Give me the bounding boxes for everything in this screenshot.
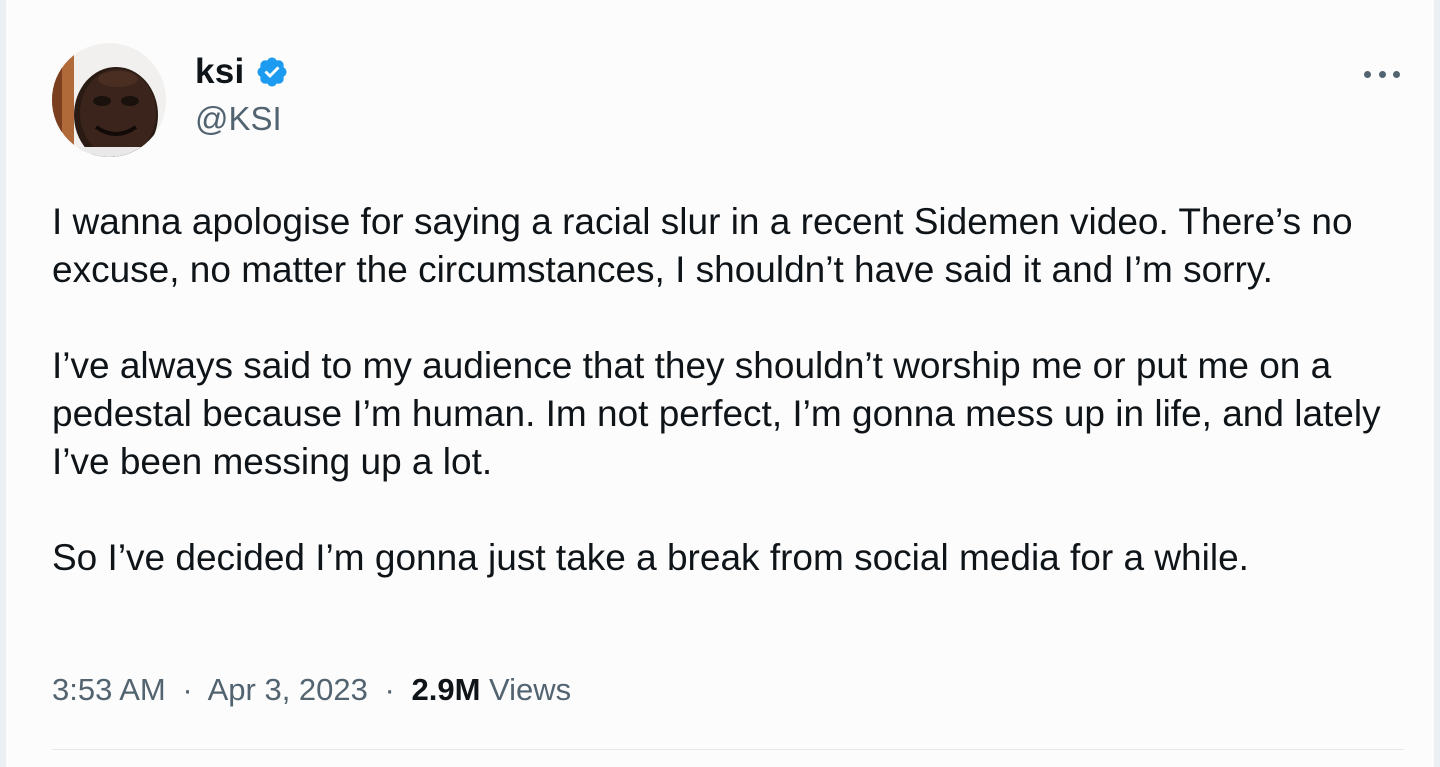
- avatar[interactable]: [52, 43, 166, 157]
- tweet-paragraph: I wanna apologise for saying a racial sl…: [52, 201, 1353, 290]
- tweet-time[interactable]: 3:53 AM: [52, 672, 166, 707]
- meta-separator: ·: [384, 672, 395, 707]
- author-name-row: ksi: [195, 48, 289, 96]
- views-label: Views: [489, 672, 572, 707]
- avatar-image: [52, 43, 166, 157]
- author-display-name[interactable]: ksi: [195, 52, 245, 92]
- tweet-meta: 3:53 AM · Apr 3, 2023 · 2.9M Views: [52, 668, 571, 712]
- meta-separator: ·: [182, 672, 193, 707]
- divider: [52, 749, 1404, 750]
- views-count: 2.9M: [411, 672, 481, 707]
- tweet-card: ksi @KSI I wanna apologise for saying a …: [0, 0, 1440, 767]
- author-handle[interactable]: @KSI: [195, 100, 282, 138]
- tweet-paragraph: I’ve always said to my audience that the…: [52, 345, 1381, 482]
- tweet-paragraph: So I’ve decided I’m gonna just take a br…: [52, 537, 1249, 578]
- tweet-text: I wanna apologise for saying a racial sl…: [52, 198, 1412, 630]
- verified-badge-icon[interactable]: [255, 55, 289, 89]
- tweet-date[interactable]: Apr 3, 2023: [208, 672, 368, 707]
- more-options-icon: [1364, 70, 1400, 78]
- more-options-button[interactable]: [1358, 56, 1406, 92]
